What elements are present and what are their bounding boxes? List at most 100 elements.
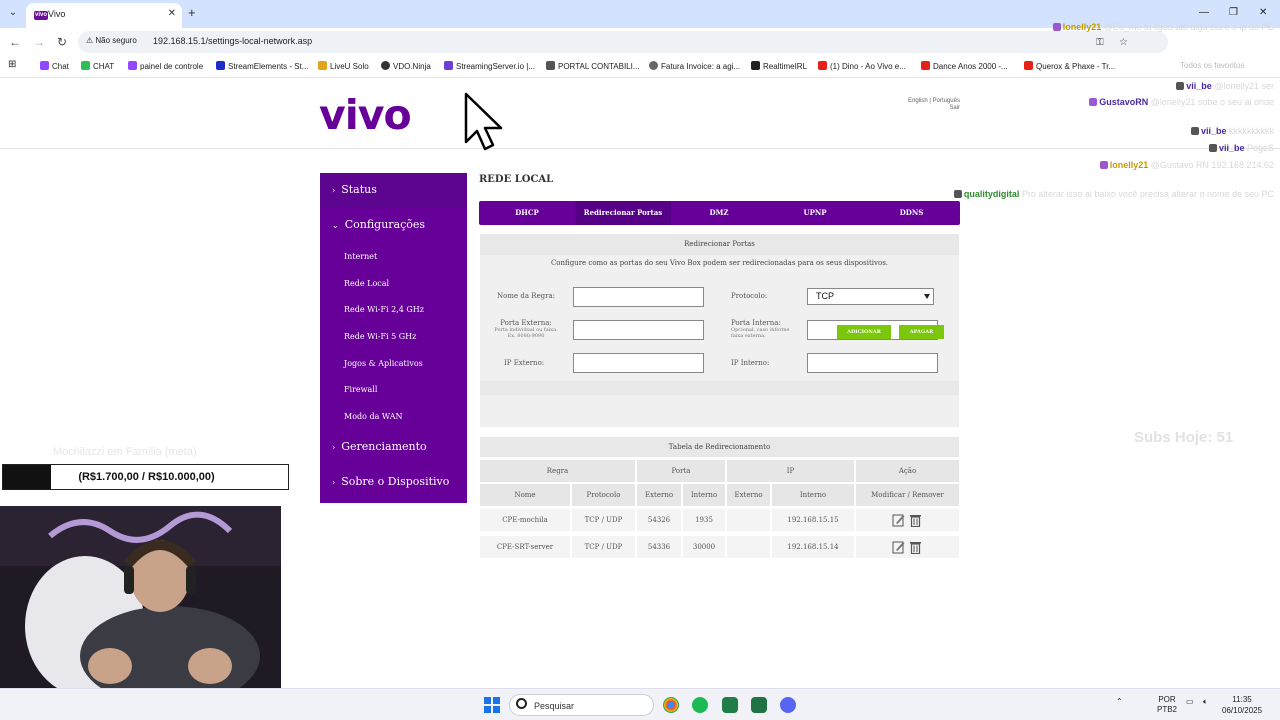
screen: ⌄ vivo Vivo ✕ + — ❐ ✕ ← → ↻ ⚠ Não seguro… bbox=[0, 0, 1280, 720]
badge-icon bbox=[1208, 144, 1217, 152]
spotify-icon[interactable] bbox=[692, 697, 708, 713]
rule-name-input[interactable] bbox=[573, 287, 704, 307]
chat-username: lonelly21 bbox=[1062, 22, 1102, 32]
tab-upnp[interactable]: UPNP bbox=[767, 201, 863, 225]
bookmark-label: Chat bbox=[52, 62, 69, 71]
tab-redirecionar-portas[interactable]: Redirecionar Portas bbox=[575, 201, 671, 225]
discord-icon[interactable] bbox=[780, 697, 796, 713]
all-bookmarks[interactable]: Todos os favoritos bbox=[1180, 61, 1244, 70]
excel-icon[interactable] bbox=[722, 697, 738, 713]
chat-text: PogoS bbox=[1246, 143, 1274, 153]
bookmark-item[interactable]: Dance Anos 2000 -... bbox=[921, 61, 1008, 71]
menu-sobre[interactable]: › Sobre o Dispositivo bbox=[320, 465, 467, 499]
bookmark-item[interactable]: Chat bbox=[40, 61, 69, 71]
cell-actions bbox=[856, 509, 959, 531]
table-title: Tabela de Redirecionamento bbox=[480, 437, 959, 457]
bookmark-label: Querox & Phaxe - Tr... bbox=[1036, 62, 1116, 71]
restore-icon[interactable]: ❐ bbox=[1229, 7, 1238, 18]
trash-icon[interactable] bbox=[909, 540, 922, 554]
new-tab-icon[interactable]: + bbox=[188, 6, 196, 20]
liveu-icon bbox=[318, 61, 327, 70]
column-header: Interno bbox=[772, 484, 854, 506]
logout-link[interactable]: Sair bbox=[908, 105, 960, 112]
forward-icon[interactable]: → bbox=[33, 35, 45, 49]
apps-grid-icon[interactable]: ⊞ bbox=[8, 59, 16, 70]
bookmark-item[interactable]: StreamingServer.io |... bbox=[444, 61, 535, 71]
tab-dmz[interactable]: DMZ bbox=[671, 201, 767, 225]
chrome-icon[interactable] bbox=[663, 697, 679, 713]
bookmark-item[interactable]: Fatura Invoice: a agi... bbox=[649, 61, 740, 71]
input-language[interactable]: POR PTB2 bbox=[1157, 695, 1177, 715]
badge-icon bbox=[1089, 98, 1098, 106]
chat-text: @Eu_me ta ligou ate diga ela e o ip do P… bbox=[1103, 22, 1274, 32]
menu-item-internet[interactable]: Internet bbox=[344, 252, 377, 261]
protocol-select[interactable]: TCP bbox=[807, 288, 934, 305]
bookmark-item[interactable]: CHAT bbox=[81, 61, 114, 71]
bookmark-item[interactable]: RealtimeIRL bbox=[751, 61, 807, 71]
cell-ip-ext bbox=[727, 536, 770, 558]
close-icon[interactable]: ✕ bbox=[168, 8, 176, 19]
form-header: Redirecionar Portas bbox=[480, 234, 959, 255]
url-text[interactable]: 192.168.15.1/settings-local-network.asp bbox=[153, 36, 312, 46]
browser-tab[interactable]: vivo Vivo ✕ bbox=[26, 3, 182, 28]
cell-port-int: 30000 bbox=[683, 536, 725, 558]
minimize-icon[interactable]: — bbox=[1199, 7, 1209, 18]
cell-ip-int: 192.168.15.14 bbox=[772, 536, 854, 558]
int-ip-input[interactable] bbox=[807, 353, 938, 373]
menu-gerenciamento[interactable]: › Gerenciamento bbox=[320, 430, 467, 464]
delete-button[interactable]: APAGAR bbox=[899, 325, 944, 339]
edit-icon[interactable] bbox=[892, 540, 905, 554]
bookmark-item[interactable]: VDO.Ninja bbox=[381, 61, 431, 71]
twitch-icon bbox=[128, 61, 137, 70]
add-button[interactable]: ADICIONAR bbox=[837, 325, 891, 339]
youtube-icon bbox=[921, 61, 930, 70]
menu-item-firewall[interactable]: Firewall bbox=[344, 385, 377, 394]
form-divider bbox=[480, 381, 959, 395]
back-icon[interactable]: ← bbox=[9, 35, 21, 49]
bookmark-item[interactable]: StreamElements - St... bbox=[216, 61, 308, 71]
trash-icon[interactable] bbox=[909, 513, 922, 527]
bookmark-item[interactable]: LiveU Solo bbox=[318, 61, 369, 71]
mouse-cursor-icon bbox=[464, 92, 503, 151]
menu-configuracoes[interactable]: ⌄ Configurações bbox=[320, 208, 467, 242]
menu-item-rede-local[interactable]: Rede Local bbox=[344, 279, 389, 288]
streamer-webcam-image bbox=[0, 506, 281, 688]
window-close-icon[interactable]: ✕ bbox=[1259, 7, 1267, 18]
taskbar-search[interactable]: Pesquisar bbox=[509, 694, 654, 716]
bookmark-item[interactable]: Querox & Phaxe - Tr... bbox=[1024, 61, 1115, 71]
volume-icon[interactable]: 🔈︎ bbox=[1203, 697, 1208, 707]
bookmark-star-icon[interactable]: ☆ bbox=[1119, 37, 1128, 48]
network-icon[interactable]: ▭ bbox=[1186, 697, 1194, 706]
tab-dhcp[interactable]: DHCP bbox=[479, 201, 575, 225]
menu-gerenciamento-label: Gerenciamento bbox=[341, 440, 427, 453]
menu-item-wifi-5[interactable]: Rede Wi-Fi 5 GHz bbox=[344, 332, 416, 341]
password-key-icon[interactable]: ⚿ bbox=[1096, 37, 1104, 48]
omnibox[interactable]: ⚠ Não seguro 192.168.15.1/settings-local… bbox=[78, 31, 1168, 53]
chat-text: kkkkkkkkkk bbox=[1229, 126, 1274, 136]
edit-icon[interactable] bbox=[892, 513, 905, 527]
bookmark-item[interactable]: (1) Dino - Ao Vivo e... bbox=[818, 61, 906, 71]
reload-icon[interactable]: ↻ bbox=[57, 35, 67, 49]
invoice-icon bbox=[649, 61, 658, 70]
menu-status[interactable]: › Status bbox=[320, 173, 467, 207]
menu-item-modo-wan[interactable]: Modo da WAN bbox=[344, 412, 403, 421]
tab-search-icon[interactable]: ⌄ bbox=[6, 6, 20, 20]
vivo-logo[interactable]: vivo bbox=[319, 91, 412, 139]
bookmark-item[interactable]: painel de controle bbox=[128, 61, 203, 71]
menu-item-jogos[interactable]: Jogos & Aplicativos bbox=[344, 359, 423, 368]
excel-icon[interactable] bbox=[751, 697, 767, 713]
system-clock[interactable]: 11:35 06/10/2025 bbox=[1222, 694, 1262, 716]
bookmark-label: Fatura Invoice: a agi... bbox=[661, 62, 741, 71]
webcam-feed bbox=[0, 506, 281, 688]
ext-port-input[interactable] bbox=[573, 320, 704, 340]
group-header-porta: Porta bbox=[637, 460, 725, 482]
bookmark-item[interactable]: PORTAL CONTABILI... bbox=[546, 61, 640, 71]
tray-overflow-icon[interactable]: ⌃ bbox=[1116, 697, 1123, 706]
menu-item-wifi-24[interactable]: Rede Wi-Fi 2,4 GHz bbox=[344, 305, 424, 314]
language-switch[interactable]: English | Português bbox=[908, 98, 960, 105]
windows-start-icon[interactable] bbox=[484, 697, 500, 713]
tab-ddns[interactable]: DDNS bbox=[863, 201, 960, 225]
cell-ip-ext bbox=[727, 509, 770, 531]
ext-ip-input[interactable] bbox=[573, 353, 704, 373]
badge-icon bbox=[1099, 161, 1108, 169]
